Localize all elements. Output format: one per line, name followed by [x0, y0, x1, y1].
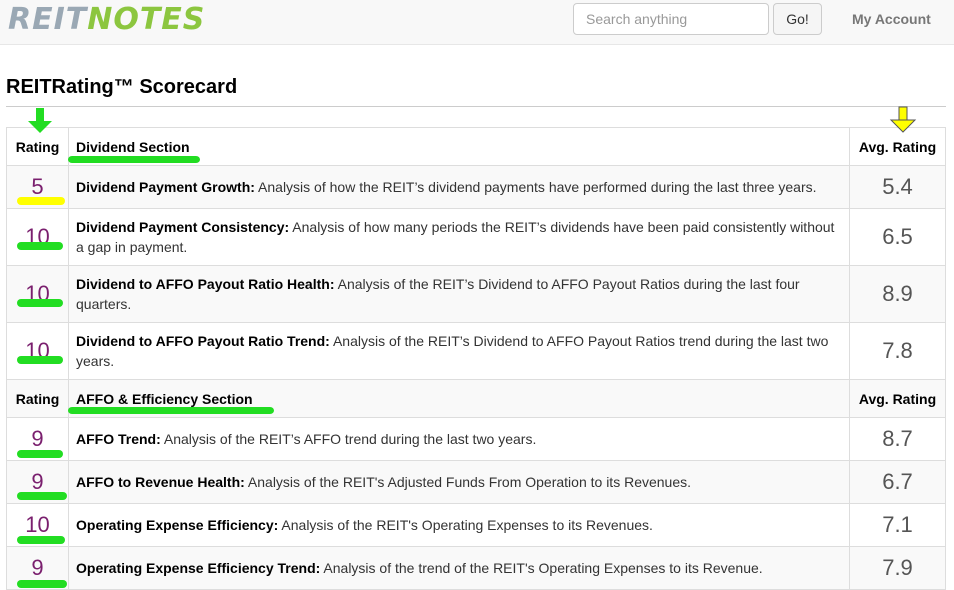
avg-rating-value: 8.9 [882, 281, 913, 306]
metric-description: Analysis of the REIT's Adjusted Funds Fr… [244, 474, 692, 490]
rating-cell: 10 [6, 208, 69, 266]
avg-rating-cell: 8.7 [849, 417, 946, 461]
table-row: 5 Dividend Payment Growth: Analysis of h… [6, 165, 946, 209]
section-title-cell: Dividend Section [68, 127, 850, 166]
logo-reit-text: REIT [8, 2, 88, 37]
table-row: 10 Operating Expense Efficiency: Analysi… [6, 503, 946, 547]
metric-title: Operating Expense Efficiency: [76, 517, 279, 533]
metric-title: Operating Expense Efficiency Trend: [76, 560, 321, 576]
reitnotes-logo[interactable]: REITNOTES [8, 2, 205, 37]
rating-value: 10 [25, 281, 50, 306]
rating-cell: 10 [6, 322, 69, 380]
avg-rating-value: 6.5 [882, 224, 913, 249]
rating-value: 10 [25, 338, 50, 363]
table-row: 10 Dividend to AFFO Payout Ratio Trend: … [6, 322, 946, 380]
rating-value: 10 [25, 512, 50, 537]
avg-rating-column-header: Avg. Rating [849, 127, 946, 166]
rating-value: 9 [31, 555, 44, 580]
description-cell: AFFO Trend: Analysis of the REIT’s AFFO … [68, 417, 850, 461]
description-cell: Dividend Payment Growth: Analysis of how… [68, 165, 850, 209]
page-title: REITRating™ Scorecard [6, 76, 238, 98]
rating-value: 5 [31, 174, 44, 199]
rating-column-header: Rating [6, 127, 69, 166]
metric-title: AFFO Trend: [76, 431, 161, 447]
avg-rating-value: 7.1 [882, 512, 913, 537]
table-row: 9 AFFO to Revenue Health: Analysis of th… [6, 460, 946, 504]
rating-value: 9 [31, 469, 44, 494]
description-cell: Dividend to AFFO Payout Ratio Trend: Ana… [68, 322, 850, 380]
table-row: 10 Dividend Payment Consistency: Analysi… [6, 208, 946, 266]
rating-cell: 9 [6, 460, 69, 504]
section-title: Dividend Section [76, 138, 190, 155]
rating-cell: 9 [6, 546, 69, 590]
description-cell: AFFO to Revenue Health: Analysis of the … [68, 460, 850, 504]
avg-rating-cell: 7.9 [849, 546, 946, 590]
metric-title: Dividend to AFFO Payout Ratio Health: [76, 276, 335, 292]
search-input[interactable] [573, 3, 769, 35]
title-divider [6, 106, 946, 107]
avg-rating-value: 7.8 [882, 338, 913, 363]
avg-rating-value: 7.9 [882, 555, 913, 580]
top-navbar: REITNOTES Go! My Account [0, 0, 954, 45]
metric-title: Dividend Payment Growth: [76, 179, 255, 195]
metric-description: Analysis of the REIT’s AFFO trend during… [160, 431, 537, 447]
avg-rating-value: 5.4 [882, 174, 913, 199]
rating-cell: 10 [6, 265, 69, 323]
table-row: 10 Dividend to AFFO Payout Ratio Health:… [6, 265, 946, 323]
avg-rating-cell: 7.8 [849, 322, 946, 380]
avg-rating-cell: 6.5 [849, 208, 946, 266]
section-header-row: Rating AFFO & Efficiency Section Avg. Ra… [6, 379, 946, 418]
description-cell: Dividend Payment Consistency: Analysis o… [68, 208, 850, 266]
rating-cell: 10 [6, 503, 69, 547]
logo-notes-text: NOTES [87, 2, 206, 37]
metric-description: Analysis of the REIT's Operating Expense… [278, 517, 653, 533]
avg-rating-cell: 8.9 [849, 265, 946, 323]
avg-rating-cell: 5.4 [849, 165, 946, 209]
avg-rating-cell: 6.7 [849, 460, 946, 504]
metric-description: Analysis of how the REIT’s dividend paym… [254, 179, 817, 195]
avg-rating-value: 6.7 [882, 469, 913, 494]
rating-cell: 9 [6, 417, 69, 461]
table-row: 9 Operating Expense Efficiency Trend: An… [6, 546, 946, 590]
rating-column-header: Rating [6, 379, 69, 418]
section-header-row: Rating Dividend Section Avg. Rating [6, 127, 946, 166]
scorecard-table: Rating Dividend Section Avg. Rating 5 Di… [6, 127, 946, 590]
metric-title: Dividend Payment Consistency: [76, 219, 290, 235]
rating-value: 10 [25, 224, 50, 249]
avg-rating-column-header: Avg. Rating [849, 379, 946, 418]
metric-title: AFFO to Revenue Health: [76, 474, 245, 490]
avg-rating-cell: 7.1 [849, 503, 946, 547]
go-button[interactable]: Go! [773, 3, 822, 35]
rating-value: 9 [31, 426, 44, 451]
metric-description: Analysis of the trend of the REIT's Oper… [320, 560, 763, 576]
description-cell: Dividend to AFFO Payout Ratio Health: An… [68, 265, 850, 323]
table-row: 9 AFFO Trend: Analysis of the REIT’s AFF… [6, 417, 946, 461]
avg-rating-value: 8.7 [882, 426, 913, 451]
section-title: AFFO & Efficiency Section [76, 390, 253, 407]
my-account-link[interactable]: My Account [852, 11, 931, 27]
rating-cell: 5 [6, 165, 69, 209]
description-cell: Operating Expense Efficiency: Analysis o… [68, 503, 850, 547]
metric-title: Dividend to AFFO Payout Ratio Trend: [76, 333, 330, 349]
description-cell: Operating Expense Efficiency Trend: Anal… [68, 546, 850, 590]
section-title-cell: AFFO & Efficiency Section [68, 379, 850, 418]
